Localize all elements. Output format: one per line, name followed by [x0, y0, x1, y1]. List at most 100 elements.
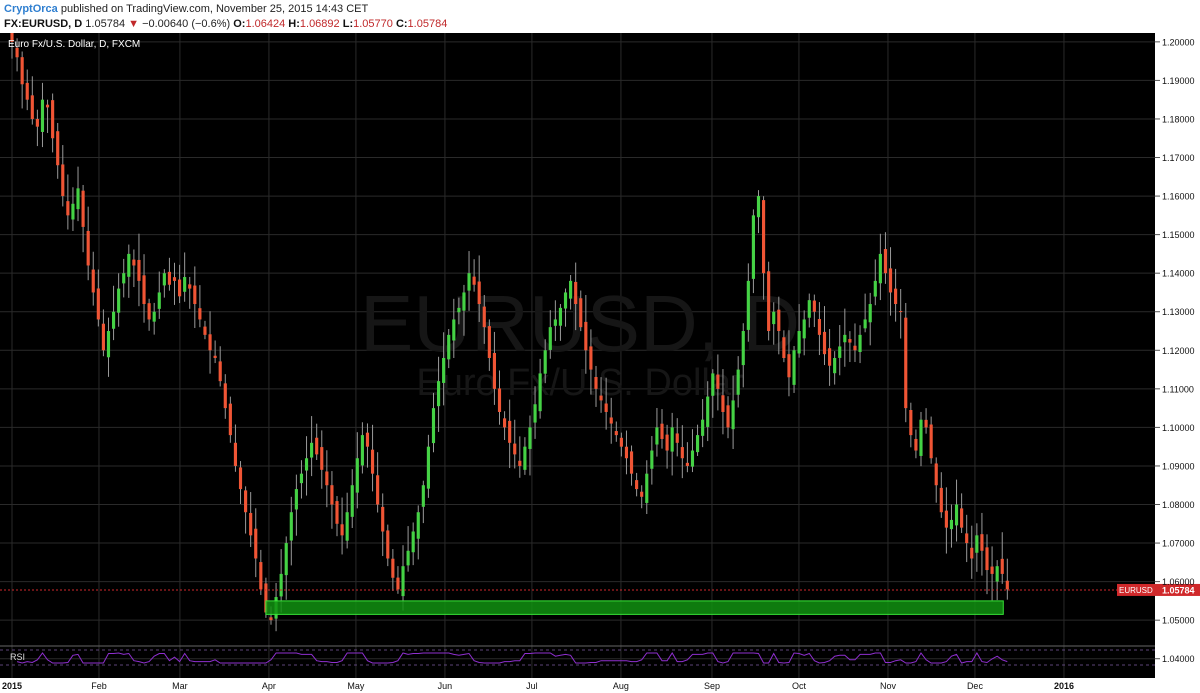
candle-body	[117, 288, 121, 313]
candle-body	[365, 432, 370, 447]
author-link[interactable]: CryptOrca	[4, 3, 58, 15]
price-tag-symbol: EURUSD	[1119, 586, 1153, 595]
y-tick-label: 1.12000	[1162, 346, 1195, 356]
candle-body	[238, 467, 243, 490]
candle-body	[218, 361, 222, 382]
candle-body	[721, 395, 725, 412]
y-tick-label: 1.17000	[1162, 153, 1195, 163]
candle-body	[370, 449, 375, 474]
x-tick-label: Sep	[704, 681, 720, 691]
x-tick-label: 2016	[1054, 681, 1074, 691]
candle-body	[497, 388, 502, 412]
candle-body	[919, 419, 923, 456]
candle-body	[426, 446, 430, 489]
y-tick-label: 1.11000	[1162, 384, 1194, 394]
candle-body	[208, 334, 212, 351]
candle-body	[970, 547, 974, 559]
y-tick-label: 1.16000	[1162, 192, 1195, 202]
candle-body	[269, 617, 273, 621]
low-value: 1.05770	[353, 18, 393, 30]
chart-header: CryptOrca published on TradingView.com, …	[0, 0, 1200, 34]
candle-body	[20, 57, 24, 85]
candle-body	[487, 326, 491, 358]
candle-body	[787, 354, 791, 378]
candle-body	[56, 131, 60, 166]
candle-body	[990, 566, 994, 574]
candle-body	[436, 381, 441, 407]
y-tick-label: 1.15000	[1162, 230, 1195, 240]
candle-body	[61, 164, 65, 197]
candle-body	[513, 443, 517, 455]
candle-body	[249, 512, 253, 536]
candle-body	[233, 442, 238, 466]
rsi-label: RSI	[10, 652, 25, 662]
candle-body	[954, 504, 959, 526]
y-tick-label: 1.14000	[1162, 269, 1195, 279]
candle-body	[467, 273, 471, 291]
candle-body	[406, 550, 410, 566]
candle-body	[665, 434, 669, 451]
candle-body	[716, 374, 720, 389]
candle-body	[594, 376, 598, 389]
candle-body	[604, 403, 608, 412]
candle-body	[132, 259, 136, 266]
y-tick-label: 1.20000	[1162, 37, 1195, 47]
candle-body	[645, 473, 649, 503]
candle-body	[304, 458, 309, 471]
candle-body	[162, 273, 166, 286]
y-tick-label: 1.05000	[1162, 616, 1195, 626]
y-tick-label: 1.07000	[1162, 539, 1195, 549]
candle-body	[462, 292, 466, 311]
price-change: −0.00640 (−0.6%)	[142, 18, 231, 30]
candle-body	[81, 190, 85, 227]
candle-body	[122, 273, 126, 284]
candle-body	[655, 427, 659, 445]
candle-body	[111, 311, 116, 329]
candle-body	[325, 471, 329, 486]
candle-body	[127, 253, 131, 277]
candle-body	[299, 473, 304, 484]
candle-body	[335, 501, 339, 524]
candle-body	[45, 104, 50, 108]
candle-body	[619, 437, 623, 447]
candle-body	[746, 280, 750, 330]
candle-body	[452, 319, 456, 341]
candle-body	[1000, 558, 1004, 574]
candle-body	[868, 304, 872, 323]
candle-body	[828, 348, 832, 366]
y-tick-label: 1.19000	[1162, 76, 1195, 86]
candle-body	[553, 319, 557, 326]
x-tick-label: Dec	[967, 681, 984, 691]
candle-body	[447, 334, 451, 360]
high-value: 1.06892	[299, 18, 340, 30]
candle-body	[35, 118, 39, 127]
candlestick-chart[interactable]: EURUSD, D Euro Fx/U.S. Dollar EURUSD 1.05…	[0, 33, 1200, 693]
candle-body	[203, 326, 207, 335]
candle-body	[584, 321, 588, 351]
candle-body	[51, 100, 55, 139]
publish-info: published on TradingView.com, November 2…	[60, 3, 369, 15]
candle-body	[528, 427, 532, 449]
candle-body	[1005, 580, 1009, 590]
candle-body	[381, 506, 385, 532]
candle-body	[228, 403, 232, 436]
candle-body	[386, 530, 390, 559]
candle-body	[772, 311, 776, 325]
candle-body	[858, 334, 862, 353]
x-tick-label: May	[347, 681, 365, 691]
candle-body	[782, 337, 786, 358]
candle-body	[853, 345, 857, 351]
candle-body	[797, 331, 801, 354]
candle-body	[574, 281, 578, 305]
candle-body	[929, 424, 933, 459]
candle-body	[492, 352, 496, 389]
candle-body	[949, 519, 954, 530]
candle-body	[589, 346, 593, 370]
candle-body	[396, 577, 400, 590]
candle-body	[756, 196, 761, 218]
y-tick-label: 1.08000	[1162, 500, 1195, 510]
candle-body	[543, 350, 547, 374]
candle-body	[833, 358, 837, 374]
candle-body	[965, 533, 969, 544]
candle-body	[25, 82, 29, 100]
